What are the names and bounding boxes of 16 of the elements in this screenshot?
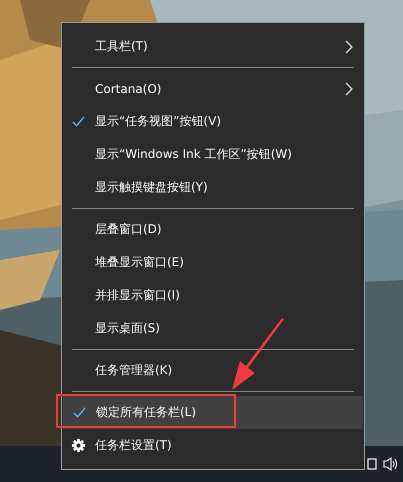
menu-item[interactable]: 显示触摸键盘按钮(Y) bbox=[62, 171, 364, 204]
menu-item[interactable]: 显示“任务视图”按钮(V) bbox=[62, 105, 364, 138]
menu-item[interactable]: 堆叠显示窗口(E) bbox=[62, 246, 364, 279]
chevron-right-icon bbox=[345, 40, 354, 54]
menu-item[interactable]: 层叠窗口(D) bbox=[62, 213, 364, 246]
menu-item[interactable]: Cortana(O) bbox=[62, 72, 364, 105]
menu-item[interactable]: 并排显示窗口(I) bbox=[62, 279, 364, 312]
menu-item[interactable]: 显示桌面(S) bbox=[62, 312, 364, 345]
menu-item[interactable]: 显示“Windows Ink 工作区”按钮(W) bbox=[62, 138, 364, 171]
speaker-icon[interactable] bbox=[383, 457, 399, 471]
chevron-right-icon bbox=[345, 82, 354, 96]
settings-icon bbox=[71, 438, 86, 453]
menu-item[interactable]: 工具栏(T) bbox=[62, 30, 364, 63]
window-icon[interactable] bbox=[367, 458, 377, 470]
menu-item[interactable]: 任务管理器(K) bbox=[62, 354, 364, 387]
menu-item[interactable]: 任务栏设置(T) bbox=[62, 429, 364, 462]
